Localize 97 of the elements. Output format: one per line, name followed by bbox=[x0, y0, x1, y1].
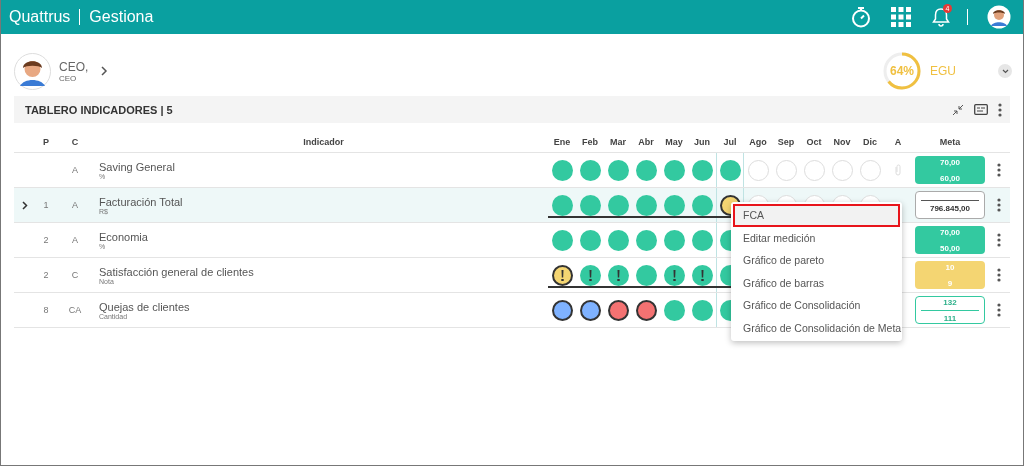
status-dot[interactable] bbox=[663, 229, 685, 251]
table-cell: CA bbox=[68, 305, 82, 315]
more-options-icon[interactable] bbox=[997, 303, 1001, 317]
menu-item[interactable]: Gráfico de barras bbox=[731, 271, 902, 294]
column-header: P bbox=[43, 136, 49, 147]
menu-item[interactable]: Gráfico de Consolidación de Meta bbox=[731, 316, 902, 339]
user-name: CEO, bbox=[59, 59, 89, 74]
status-dot[interactable] bbox=[551, 299, 573, 321]
status-dot[interactable] bbox=[691, 229, 713, 251]
table-cell: 2 bbox=[43, 270, 49, 280]
chevron-right-icon[interactable] bbox=[22, 200, 28, 210]
menu-item[interactable]: Editar medición bbox=[731, 226, 902, 249]
column-header: Mar bbox=[610, 136, 626, 147]
status-dot[interactable] bbox=[551, 159, 573, 181]
column-header: Abr bbox=[638, 136, 654, 147]
indicator-name[interactable]: Saving General bbox=[99, 160, 548, 173]
status-dot[interactable] bbox=[579, 229, 601, 251]
status-dot[interactable] bbox=[607, 229, 629, 251]
table-cell: A bbox=[72, 200, 78, 210]
table-cell: A bbox=[72, 235, 78, 245]
column-header: Sep bbox=[777, 136, 795, 147]
user-role: CEO bbox=[59, 73, 78, 83]
exclamation-icon bbox=[672, 269, 676, 281]
status-dot[interactable] bbox=[635, 229, 657, 251]
indicator-name[interactable]: Satisfacción general de clientes bbox=[99, 265, 548, 278]
status-dot[interactable] bbox=[607, 194, 629, 216]
more-options-icon[interactable] bbox=[998, 102, 1002, 117]
menu-item[interactable]: Gráfico de pareto bbox=[731, 249, 902, 272]
column-header: Oct bbox=[806, 136, 822, 147]
status-dot[interactable] bbox=[663, 299, 685, 321]
expand-button[interactable] bbox=[998, 64, 1012, 78]
more-options-icon[interactable] bbox=[997, 233, 1001, 247]
status-dot[interactable] bbox=[551, 194, 573, 216]
exclamation-icon bbox=[616, 269, 620, 281]
exclamation-icon bbox=[700, 269, 704, 281]
column-header: May bbox=[665, 136, 683, 147]
score-label: EGU bbox=[930, 64, 957, 78]
chevron-down-icon[interactable] bbox=[1001, 68, 1009, 74]
status-dot[interactable] bbox=[635, 299, 657, 321]
status-dot[interactable] bbox=[691, 194, 713, 216]
status-dot[interactable] bbox=[691, 159, 713, 181]
status-dot[interactable] bbox=[551, 264, 573, 286]
exclamation-icon bbox=[588, 269, 592, 281]
column-header: Indicador bbox=[303, 136, 344, 147]
paperclip-icon[interactable] bbox=[895, 164, 901, 176]
collapse-icon[interactable] bbox=[952, 103, 964, 116]
chevron-right-icon[interactable] bbox=[100, 66, 109, 76]
column-header: Feb bbox=[582, 136, 598, 147]
column-header: Jun bbox=[694, 136, 710, 147]
status-dot[interactable] bbox=[719, 159, 741, 181]
column-header: Ene bbox=[553, 136, 571, 147]
stopwatch-icon[interactable] bbox=[851, 6, 871, 28]
column-header: Ago bbox=[749, 136, 767, 147]
column-header: Jul bbox=[723, 136, 737, 147]
more-options-icon[interactable] bbox=[997, 198, 1001, 212]
menu-item[interactable]: Gráfico de Consolidación bbox=[731, 294, 902, 317]
board-title: TABLERO INDICADORES | 5 bbox=[25, 103, 174, 116]
status-dot[interactable] bbox=[635, 194, 657, 216]
table-cell: 2 bbox=[43, 235, 49, 245]
menu-item[interactable]: FCA bbox=[733, 204, 900, 227]
user-avatar-icon[interactable] bbox=[987, 5, 1011, 29]
column-header: Nov bbox=[833, 136, 851, 147]
status-dot[interactable] bbox=[635, 264, 657, 286]
more-options-icon[interactable] bbox=[997, 268, 1001, 282]
table-cell: 1 bbox=[43, 200, 49, 210]
status-dot[interactable] bbox=[663, 194, 685, 216]
table-cell: 8 bbox=[43, 305, 49, 315]
status-dot[interactable] bbox=[663, 264, 685, 286]
status-dot[interactable] bbox=[579, 159, 601, 181]
status-dot[interactable] bbox=[551, 229, 573, 251]
target-values[interactable]: 796.845,00 bbox=[915, 191, 985, 219]
indicator-name[interactable]: Quejas de clientes bbox=[99, 300, 548, 313]
subtitles-icon[interactable] bbox=[974, 104, 988, 115]
status-dot[interactable] bbox=[607, 264, 629, 286]
column-header: Dic bbox=[863, 136, 877, 147]
column-header: Meta bbox=[939, 136, 961, 147]
status-dot[interactable] bbox=[579, 194, 601, 216]
status-dot[interactable] bbox=[607, 299, 629, 321]
apps-grid-icon[interactable] bbox=[891, 7, 911, 27]
table-cell: A bbox=[72, 165, 78, 175]
status-dot[interactable] bbox=[663, 159, 685, 181]
status-dot[interactable] bbox=[579, 299, 601, 321]
user-avatar-icon[interactable] bbox=[14, 52, 51, 90]
status-dot[interactable] bbox=[691, 299, 713, 321]
more-options-icon[interactable] bbox=[997, 163, 1001, 177]
score-value: 64% bbox=[890, 64, 914, 78]
table-cell: C bbox=[71, 270, 79, 280]
indicator-name[interactable]: Economia bbox=[99, 230, 548, 243]
bell-icon[interactable] bbox=[931, 7, 951, 27]
indicator-name[interactable]: Facturación Total bbox=[99, 195, 548, 208]
status-dot[interactable] bbox=[635, 159, 657, 181]
status-dot[interactable] bbox=[607, 159, 629, 181]
status-dot[interactable] bbox=[579, 264, 601, 286]
column-header: C bbox=[71, 136, 79, 147]
status-dot[interactable] bbox=[691, 264, 713, 286]
column-header: A bbox=[894, 136, 902, 147]
exclamation-icon bbox=[560, 269, 564, 281]
